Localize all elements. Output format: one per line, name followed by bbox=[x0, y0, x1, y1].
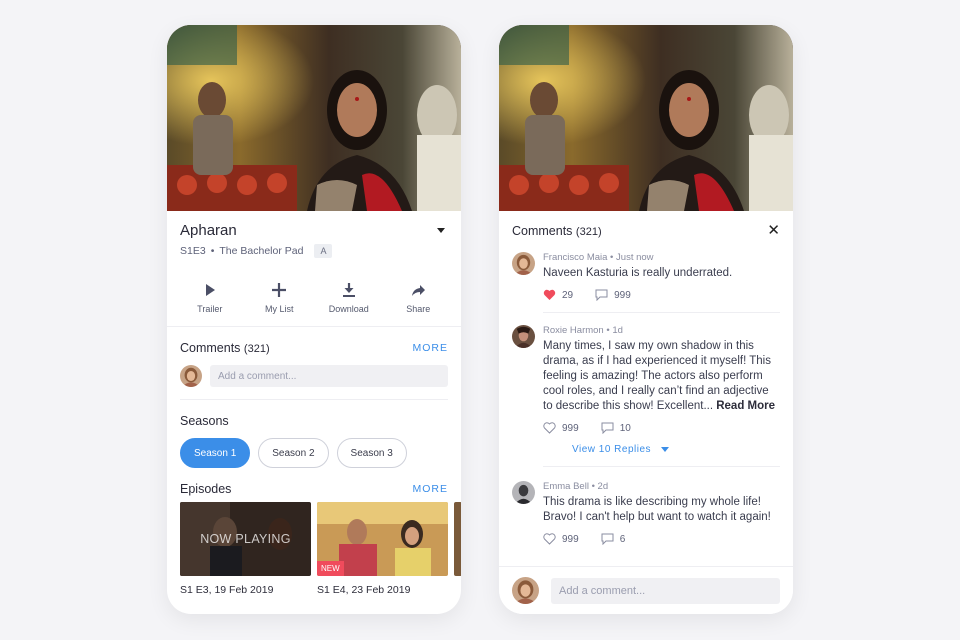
now-playing-label: NOW PLAYING bbox=[200, 532, 291, 546]
comment-meta: Francisco Maia • Just now bbox=[543, 252, 654, 263]
reply-button[interactable]: 6 bbox=[601, 533, 626, 545]
comment-input[interactable] bbox=[210, 365, 448, 387]
comment-input[interactable] bbox=[551, 577, 780, 604]
reply-count: 10 bbox=[619, 422, 631, 434]
share-icon bbox=[412, 285, 426, 296]
comment-text: This drama is like describing my whole l… bbox=[543, 496, 771, 523]
avatar bbox=[180, 365, 202, 387]
comment-author: Emma Bell bbox=[543, 481, 589, 492]
comments-panel-heading: Comments (321) bbox=[512, 224, 602, 238]
episode-card[interactable]: NEW S1 E4, 23 Feb 2019 bbox=[317, 502, 448, 596]
episodes-more-link[interactable]: MORE bbox=[413, 483, 449, 495]
comment-bubble-icon bbox=[601, 422, 614, 434]
show-detail-screen: Apharan S1E3 • The Bachelor Pad A Traile… bbox=[167, 25, 461, 614]
episode-thumbnail bbox=[454, 502, 461, 576]
comment-author: Roxie Harmon bbox=[543, 325, 604, 336]
comment-text: Many times, I saw my own shadow in this … bbox=[543, 339, 780, 414]
episodes-heading: Episodes bbox=[180, 482, 232, 496]
separator-dot: • bbox=[210, 245, 215, 257]
episode-code: S1E3 bbox=[180, 245, 206, 257]
caret-down-icon bbox=[661, 447, 670, 452]
episode-card-partial[interactable] bbox=[454, 502, 461, 596]
episode-label: S1 E4, 23 Feb 2019 bbox=[317, 584, 411, 596]
like-count: 999 bbox=[562, 422, 579, 434]
my-list-button[interactable]: My List bbox=[249, 282, 309, 314]
comment-bubble-icon bbox=[601, 533, 614, 545]
download-label: Download bbox=[328, 304, 369, 314]
comments-title: Comments bbox=[180, 341, 241, 355]
plus-icon bbox=[272, 283, 287, 297]
reply-button[interactable]: 10 bbox=[601, 422, 631, 434]
comments-panel-title: Comments bbox=[512, 223, 573, 238]
download-button[interactable]: Download bbox=[319, 282, 379, 314]
comments-count: (321) bbox=[243, 343, 270, 355]
comments-screen: Comments (321) ✕ Francisco Maia • Just n… bbox=[499, 25, 793, 614]
avatar bbox=[512, 252, 535, 275]
view-replies-link[interactable]: View 10 Replies bbox=[572, 444, 793, 455]
avatar bbox=[512, 577, 539, 604]
video-player[interactable] bbox=[167, 25, 461, 211]
heart-filled-icon bbox=[543, 289, 556, 300]
comments-more-link[interactable]: MORE bbox=[413, 342, 449, 354]
comment-item: Roxie Harmon • 1d Many times, I saw my o… bbox=[499, 325, 793, 434]
like-count: 29 bbox=[562, 289, 574, 301]
action-bar: Trailer My List Download Share bbox=[167, 258, 461, 327]
read-more-link[interactable]: Read More bbox=[716, 400, 775, 412]
comments-heading: Comments (321) bbox=[180, 341, 270, 355]
like-button[interactable]: 999 bbox=[543, 533, 579, 545]
comment-bubble-icon bbox=[595, 289, 608, 301]
comment-author: Francisco Maia bbox=[543, 252, 608, 263]
comment-text: Naveen Kasturia is really underrated. bbox=[543, 267, 733, 279]
comment-time: 2d bbox=[597, 481, 609, 492]
comment-meta: Roxie Harmon • 1d bbox=[543, 325, 623, 336]
heart-outline-icon bbox=[543, 533, 556, 545]
season-3-tab[interactable]: Season 3 bbox=[336, 438, 407, 468]
episode-name: The Bachelor Pad bbox=[219, 245, 304, 257]
share-button[interactable]: Share bbox=[388, 282, 448, 314]
comment-compose-bar bbox=[499, 566, 793, 614]
season-2-tab[interactable]: Season 2 bbox=[258, 438, 329, 468]
rating-badge: A bbox=[314, 244, 333, 258]
comment-time: Just now bbox=[616, 252, 654, 263]
like-button[interactable]: 29 bbox=[543, 289, 573, 301]
avatar bbox=[512, 325, 535, 348]
season-1-tab[interactable]: Season 1 bbox=[180, 438, 251, 468]
divider bbox=[543, 312, 780, 313]
comment-item: Francisco Maia • Just now Naveen Kasturi… bbox=[499, 252, 793, 301]
episode-label: S1 E3, 19 Feb 2019 bbox=[180, 584, 274, 596]
share-label: Share bbox=[406, 304, 431, 314]
episodes-list: NOW PLAYING S1 E3, 19 Feb 2019 NEW S1 E4… bbox=[167, 502, 461, 596]
comments-panel-count: (321) bbox=[575, 225, 602, 238]
download-icon bbox=[342, 283, 355, 297]
reply-count: 6 bbox=[619, 533, 626, 545]
episode-thumbnail: NOW PLAYING bbox=[180, 502, 311, 576]
comment-meta: Emma Bell • 2d bbox=[543, 481, 609, 492]
view-replies-label: View 10 Replies bbox=[572, 444, 652, 455]
play-icon bbox=[205, 284, 215, 296]
my-list-label: My List bbox=[264, 304, 294, 314]
trailer-label: Trailer bbox=[197, 304, 223, 314]
like-count: 999 bbox=[562, 533, 579, 545]
reply-count: 999 bbox=[614, 289, 631, 301]
heart-outline-icon bbox=[543, 422, 556, 434]
episode-card[interactable]: NOW PLAYING S1 E3, 19 Feb 2019 bbox=[180, 502, 311, 596]
show-title: Apharan bbox=[180, 222, 237, 239]
seasons-heading: Seasons bbox=[180, 414, 229, 428]
hero-image bbox=[499, 25, 793, 211]
avatar bbox=[512, 481, 535, 504]
trailer-button[interactable]: Trailer bbox=[180, 282, 240, 314]
chevron-down-icon[interactable] bbox=[437, 228, 445, 233]
reply-button[interactable]: 999 bbox=[595, 289, 631, 301]
video-player[interactable] bbox=[499, 25, 793, 211]
divider bbox=[543, 466, 780, 467]
hero-image bbox=[167, 25, 461, 211]
comment-time: 1d bbox=[612, 325, 623, 336]
comment-item: Emma Bell • 2d This drama is like descri… bbox=[499, 481, 793, 545]
episode-thumbnail: NEW bbox=[317, 502, 448, 576]
like-button[interactable]: 999 bbox=[543, 422, 579, 434]
new-badge: NEW bbox=[317, 561, 344, 576]
close-icon[interactable]: ✕ bbox=[767, 223, 780, 238]
